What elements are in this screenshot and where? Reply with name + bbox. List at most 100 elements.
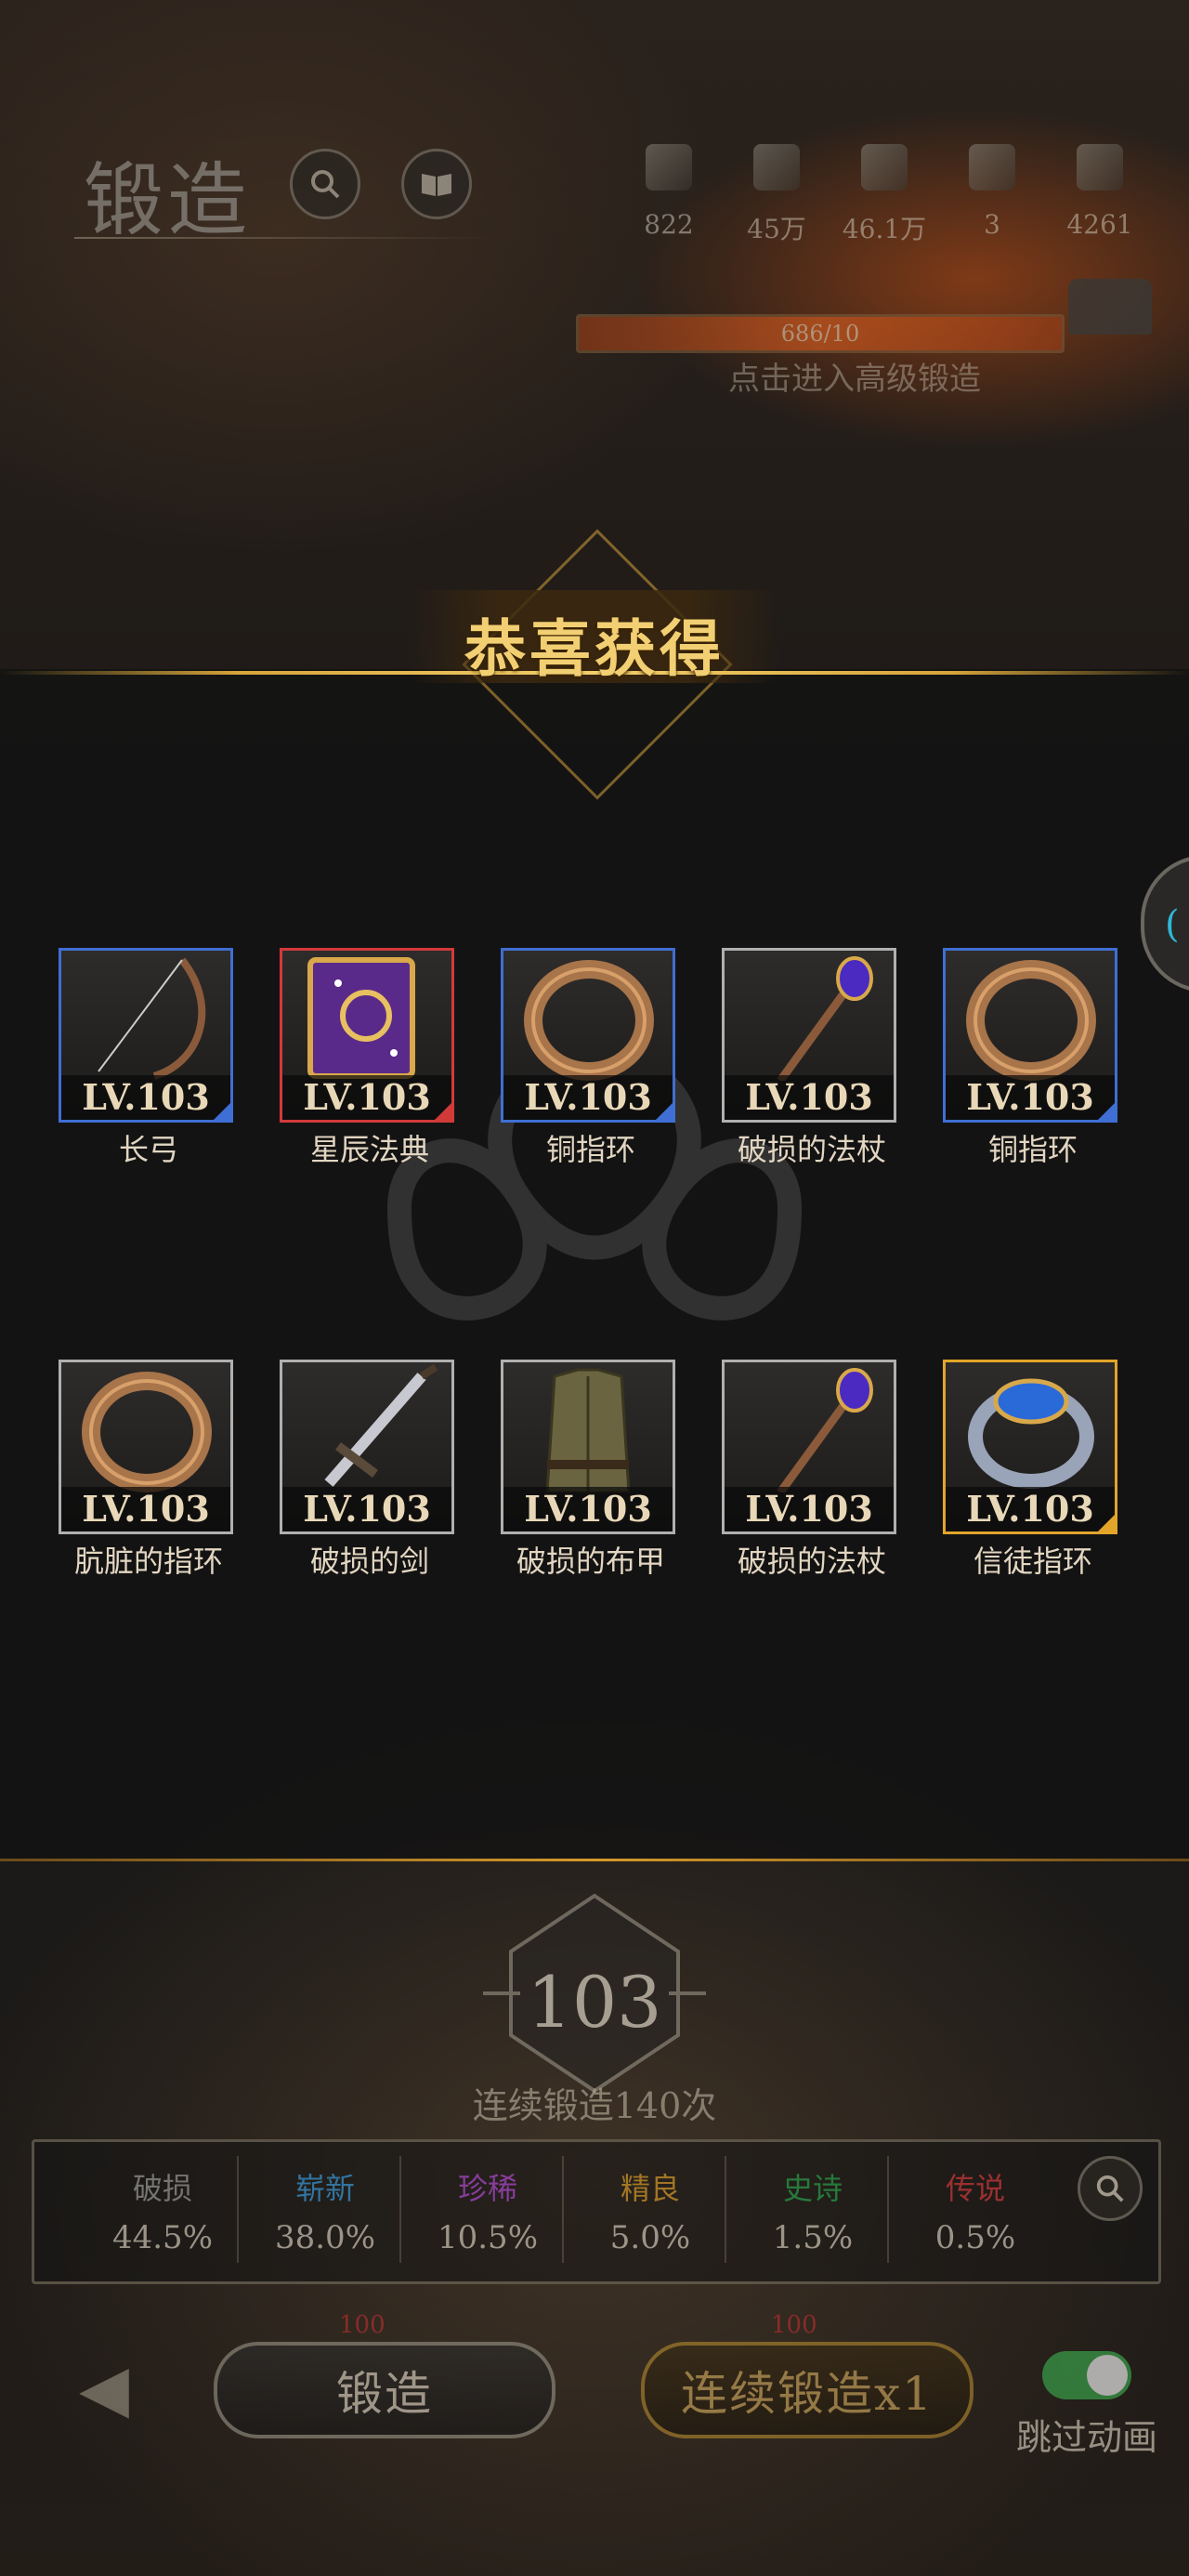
reward-item[interactable]: LV.103 破损的法杖 xyxy=(722,1360,902,1581)
rarity-rate: 崭新 38.0% xyxy=(251,2165,399,2256)
item-card[interactable]: LV.103 xyxy=(943,1360,1117,1534)
rarity-name: 史诗 xyxy=(782,2171,843,2206)
item-card[interactable]: LV.103 xyxy=(722,1360,896,1534)
rarity-name: 精良 xyxy=(620,2171,680,2206)
resource-ore: 822 xyxy=(622,144,715,240)
toggle-knob xyxy=(1087,2355,1128,2396)
rate-divider xyxy=(562,2156,564,2263)
item-card[interactable]: LV.103 xyxy=(501,1360,675,1534)
resource-crystal: 3 xyxy=(946,144,1039,240)
item-name: 破损的布甲 xyxy=(516,1544,665,1579)
reward-item[interactable]: LV.103 破损的法杖 xyxy=(722,948,902,1169)
search-icon xyxy=(311,170,340,199)
wood-icon xyxy=(753,144,800,191)
page-title: 锻造 xyxy=(84,154,251,247)
reward-item[interactable]: LV.103 铜指环 xyxy=(943,948,1123,1169)
forge-progress-text: 686/10 xyxy=(780,321,860,347)
rarity-corner xyxy=(435,1103,451,1120)
resource-value: 45万 xyxy=(747,214,806,244)
forge-progress-bar[interactable]: 686/10 xyxy=(576,314,1065,353)
rate-divider xyxy=(725,2156,726,2263)
crystal-icon xyxy=(969,144,1015,191)
reward-item[interactable]: LV.103 信徒指环 xyxy=(943,1360,1123,1581)
back-arrow-icon: ◀ xyxy=(79,2350,129,2426)
item-name: 破损的剑 xyxy=(309,1544,429,1579)
forge-button[interactable]: 锻造 xyxy=(214,2342,555,2438)
reward-item[interactable]: LV.103 破损的布甲 xyxy=(501,1360,681,1581)
item-card[interactable]: LV.103 xyxy=(280,1360,454,1534)
advanced-forge-hint[interactable]: 点击进入高级锻造 xyxy=(576,353,1133,399)
rarity-value: 10.5% xyxy=(437,2219,538,2256)
item-name: 铜指环 xyxy=(545,1132,635,1167)
item-name: 破损的法杖 xyxy=(737,1132,886,1167)
search-button[interactable] xyxy=(290,149,360,219)
item-level: LV.103 xyxy=(503,1075,673,1120)
reward-item[interactable]: LV.103 铜指环 xyxy=(501,948,681,1169)
continuous-forge-cost: 100 xyxy=(771,2311,817,2339)
item-name: 破损的法杖 xyxy=(737,1544,886,1579)
reward-banner-title: 恭喜获得 xyxy=(464,612,725,685)
item-level: LV.103 xyxy=(725,1487,894,1531)
reward-item[interactable]: LV.103 星辰法典 xyxy=(280,948,460,1169)
rarity-value: 5.0% xyxy=(609,2219,691,2256)
item-name: 肮脏的指环 xyxy=(73,1544,223,1579)
item-name: 信徒指环 xyxy=(973,1544,1092,1579)
item-card[interactable]: LV.103 xyxy=(943,948,1117,1123)
rarity-rate: 传说 0.5% xyxy=(901,2165,1050,2256)
rarity-rate: 破损 44.5% xyxy=(88,2165,237,2256)
rarity-rate: 珍稀 10.5% xyxy=(413,2165,562,2256)
item-name: 长弓 xyxy=(118,1132,178,1167)
rarity-value: 0.5% xyxy=(934,2219,1016,2256)
book-button[interactable] xyxy=(401,149,472,219)
item-card[interactable]: LV.103 xyxy=(501,948,675,1123)
title-underline xyxy=(74,237,492,239)
resource-value: 822 xyxy=(644,209,694,240)
item-level: LV.103 xyxy=(725,1075,894,1120)
rate-detail-button[interactable] xyxy=(1078,2156,1143,2221)
item-card[interactable]: LV.103 xyxy=(59,1360,233,1534)
forge-cost: 100 xyxy=(339,2311,385,2339)
item-level: LV.103 xyxy=(503,1487,673,1531)
ore-icon xyxy=(646,144,692,191)
skip-animation-toggle[interactable] xyxy=(1042,2351,1131,2399)
rarity-corner xyxy=(1098,1515,1115,1531)
item-level: LV.103 xyxy=(282,1487,451,1531)
rate-divider xyxy=(887,2156,889,2263)
item-card[interactable]: LV.103 xyxy=(722,948,896,1123)
item-card[interactable]: LV.103 xyxy=(59,948,233,1123)
back-button[interactable]: ◀ xyxy=(58,2350,150,2426)
reward-item[interactable]: LV.103 肮脏的指环 xyxy=(59,1360,239,1581)
resource-value: 46.1万 xyxy=(842,214,927,244)
rarity-corner xyxy=(1098,1103,1115,1120)
resource-gold: 4261 xyxy=(1053,144,1146,240)
rate-divider xyxy=(237,2156,239,2263)
side-tab-glyph: ( xyxy=(1165,903,1180,946)
item-level: LV.103 xyxy=(282,1075,451,1120)
continuous-forge-count: 连续锻造140次 xyxy=(472,2085,717,2126)
continuous-forge-button[interactable]: 连续锻造x1 xyxy=(641,2342,973,2438)
item-name: 星辰法典 xyxy=(309,1132,429,1167)
forge-level: 103 xyxy=(527,1961,662,2044)
rarity-name: 传说 xyxy=(945,2171,1005,2206)
gold-icon xyxy=(1077,144,1123,191)
resource-value: 4261 xyxy=(1066,209,1133,240)
rarity-corner xyxy=(656,1103,673,1120)
rarity-value: 1.5% xyxy=(772,2219,854,2256)
book-icon xyxy=(422,174,451,196)
rarity-value: 44.5% xyxy=(111,2219,213,2256)
item-level: LV.103 xyxy=(61,1075,230,1120)
item-name: 铜指环 xyxy=(987,1132,1078,1167)
resource-value: 3 xyxy=(984,209,1000,240)
skip-animation-label: 跳过动画 xyxy=(1015,2417,1157,2458)
anvil-icon[interactable] xyxy=(1068,279,1152,335)
reward-item[interactable]: LV.103 长弓 xyxy=(59,948,239,1169)
item-card[interactable]: LV.103 xyxy=(280,948,454,1123)
item-level: LV.103 xyxy=(61,1487,230,1531)
rarity-value: 38.0% xyxy=(274,2219,375,2256)
rarity-name: 珍稀 xyxy=(457,2171,517,2206)
reward-item[interactable]: LV.103 破损的剑 xyxy=(280,1360,460,1581)
rarity-rate: 史诗 1.5% xyxy=(738,2165,887,2256)
rate-divider xyxy=(399,2156,401,2263)
rarity-corner xyxy=(214,1103,230,1120)
item-level: LV.103 xyxy=(946,1075,1115,1120)
